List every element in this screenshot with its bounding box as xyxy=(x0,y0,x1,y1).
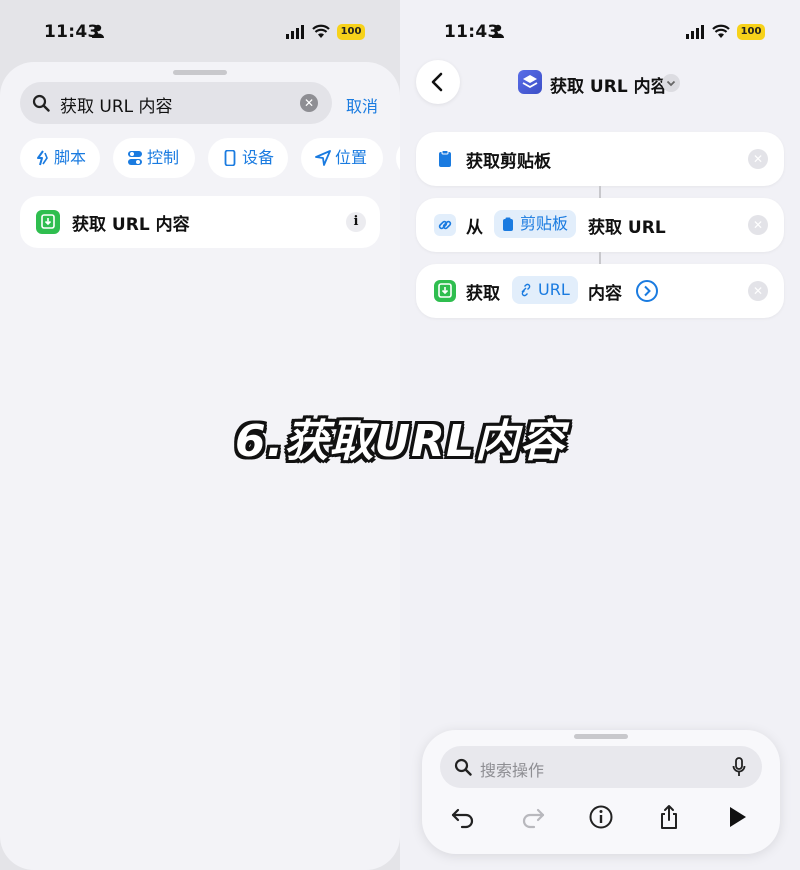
info-icon[interactable] xyxy=(588,804,614,830)
result-label: 获取 URL 内容 xyxy=(72,215,190,235)
toggle-icon xyxy=(128,151,142,165)
undo-icon[interactable] xyxy=(450,804,476,830)
chip-label: 控制 xyxy=(147,148,180,167)
person-icon xyxy=(492,24,504,38)
link-icon xyxy=(521,283,531,297)
action-suffix: 获取 URL xyxy=(588,218,666,238)
search-result-item[interactable]: 获取 URL 内容 i xyxy=(20,196,380,248)
action-prefix: 获取 xyxy=(466,284,500,304)
status-bar: 11:43 100 xyxy=(0,20,400,44)
clipboard-variable-token[interactable]: 剪贴板 xyxy=(494,210,577,238)
cancel-button[interactable]: 取消 xyxy=(346,93,378,117)
chip-script[interactable]: 脚本 xyxy=(20,138,100,178)
flow-connector xyxy=(599,252,601,264)
link-icon xyxy=(434,214,456,236)
search-icon xyxy=(32,94,50,112)
back-button[interactable] xyxy=(416,60,460,104)
category-chips: 脚本 控制 设备 位置 xyxy=(20,138,400,178)
action-get-clipboard[interactable]: 获取剪贴板 ✕ xyxy=(416,132,784,186)
action-get-url-contents[interactable]: 获取 URL 内容 ✕ xyxy=(416,264,784,318)
remove-action-icon[interactable]: ✕ xyxy=(748,281,768,301)
script-icon xyxy=(37,150,48,166)
search-field[interactable]: 获取 URL 内容 ✕ xyxy=(20,82,332,124)
sheet-grabber[interactable] xyxy=(574,734,628,739)
search-placeholder: 搜索操作 xyxy=(480,761,545,780)
shortcuts-app-icon xyxy=(518,70,542,94)
action-prefix: 从 xyxy=(466,218,483,238)
action-text: 获取剪贴板 xyxy=(466,152,551,172)
chevron-left-icon xyxy=(431,72,443,92)
clipboard-icon xyxy=(434,148,456,170)
caption-overlay: 6.获取URL内容 xyxy=(235,416,565,467)
chip-control[interactable]: 控制 xyxy=(113,138,195,178)
chevron-right-icon[interactable] xyxy=(636,280,658,302)
wifi-icon xyxy=(712,24,730,38)
chip-label: 设备 xyxy=(242,148,275,167)
get-url-contents-icon xyxy=(36,210,60,234)
token-label: 剪贴板 xyxy=(520,214,569,233)
search-icon xyxy=(454,758,472,776)
sheet-grabber[interactable] xyxy=(173,70,227,75)
info-icon[interactable]: i xyxy=(346,212,366,232)
get-url-contents-icon xyxy=(434,280,456,302)
remove-action-icon[interactable]: ✕ xyxy=(748,215,768,235)
remove-action-icon[interactable]: ✕ xyxy=(748,149,768,169)
action-suffix: 内容 xyxy=(588,284,622,304)
action-search-input[interactable]: 搜索操作 xyxy=(440,746,762,788)
status-bar: 11:43 100 xyxy=(400,20,800,44)
chevron-down-icon[interactable] xyxy=(662,74,680,92)
token-label: URL xyxy=(538,280,570,299)
battery-indicator: 100 xyxy=(737,24,765,40)
action-search-panel: 搜索操作 xyxy=(422,730,780,854)
signal-icon xyxy=(686,25,704,39)
action-get-urls[interactable]: 从 剪贴板 获取 URL ✕ xyxy=(416,198,784,252)
wifi-icon xyxy=(312,24,330,38)
person-icon xyxy=(92,24,104,38)
chip-label: 脚本 xyxy=(54,148,87,167)
clear-icon[interactable]: ✕ xyxy=(300,94,318,112)
share-icon[interactable] xyxy=(656,804,682,830)
shortcut-title-label: 获取 URL 内容 xyxy=(550,77,668,97)
chip-location[interactable]: 位置 xyxy=(301,138,383,178)
clipboard-icon xyxy=(503,217,513,231)
battery-indicator: 100 xyxy=(337,24,365,40)
search-query[interactable]: 获取 URL 内容 xyxy=(60,92,173,117)
location-icon xyxy=(315,150,331,166)
play-icon[interactable] xyxy=(724,804,750,830)
microphone-icon[interactable] xyxy=(732,757,746,777)
chip-device[interactable]: 设备 xyxy=(208,138,288,178)
chip-label: 位置 xyxy=(335,148,368,167)
url-variable-token[interactable]: URL xyxy=(512,276,578,304)
device-icon xyxy=(224,150,236,166)
flow-connector xyxy=(599,186,601,198)
signal-icon xyxy=(286,25,304,39)
redo-icon[interactable] xyxy=(520,804,546,830)
